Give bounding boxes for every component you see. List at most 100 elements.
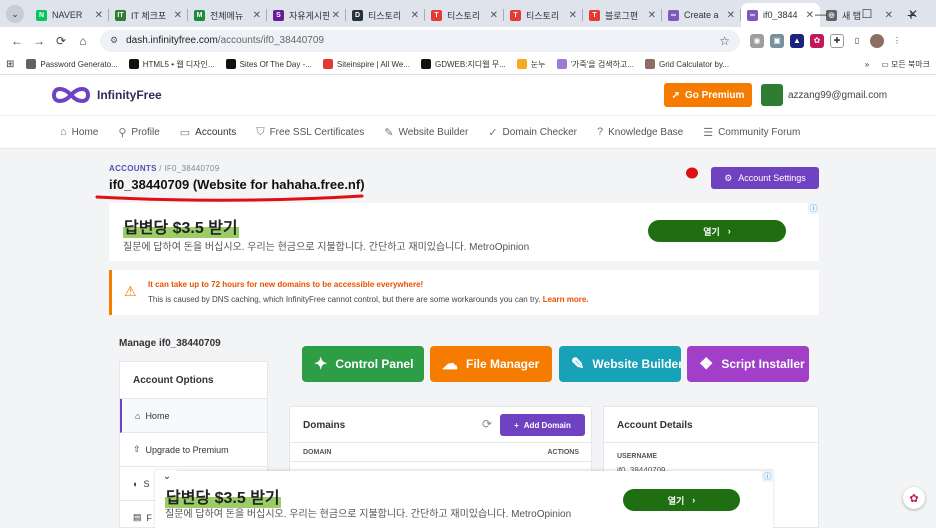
bookmark-favicon-icon xyxy=(516,59,527,69)
sidepanel-icon[interactable]: ▯ xyxy=(850,33,864,48)
ad-info-icon[interactable]: ⓘ xyxy=(808,203,819,214)
red-underline-mark xyxy=(95,194,364,202)
bookmark-star-icon[interactable]: ☆ xyxy=(719,34,730,48)
forward-icon[interactable]: → xyxy=(28,34,50,48)
tile-label: Control Panel xyxy=(335,357,414,371)
image-extension-icon[interactable]: ▣ xyxy=(770,33,784,48)
bookmark-item[interactable]: HTML5 • 웹 디자인... xyxy=(128,59,215,70)
profile-avatar-icon[interactable] xyxy=(870,33,884,48)
tab-close-icon[interactable]: ✕ xyxy=(253,10,261,21)
tab-close-icon[interactable]: ✕ xyxy=(727,10,735,21)
maximize-button[interactable]: ☐ xyxy=(844,7,890,21)
back-icon[interactable]: ← xyxy=(6,34,28,48)
apps-grid-icon[interactable]: ⊞ xyxy=(6,59,14,70)
bookmark-item[interactable]: Siteinspire | All We... xyxy=(322,59,410,70)
nav-item-profile[interactable]: ⚲ Profile xyxy=(118,126,159,139)
ad-headline: 답변당 $3.5 받기 xyxy=(123,214,239,238)
bookmark-label: Password Generato... xyxy=(40,59,118,69)
add-domain-button[interactable]: + Add Domain xyxy=(500,414,585,436)
dns-warning-alert: ⚠ It can take up to 72 hours for new dom… xyxy=(109,270,819,315)
account-option-item[interactable]: ⇧ Upgrade to Premium xyxy=(120,433,267,467)
nav-item-website-builder[interactable]: ✎ Website Builder xyxy=(384,126,468,139)
tab-title: if0_3844 xyxy=(763,10,798,20)
tile-script-installer[interactable]: ❖ Script Installer xyxy=(687,346,809,382)
tile-file-manager[interactable]: ☁ File Manager xyxy=(430,346,552,382)
browser-tab[interactable]: ∞ Create a ✕ xyxy=(662,3,741,27)
minimize-button[interactable]: — xyxy=(798,7,844,21)
nav-label: Home xyxy=(71,126,99,138)
tile-control-panel[interactable]: ✦ Control Panel xyxy=(302,346,424,382)
flower-extension-icon[interactable]: ✿ xyxy=(810,33,824,48)
camera-extension-icon[interactable]: ◉ xyxy=(750,33,764,48)
domains-title: Domains xyxy=(303,420,346,431)
home-icon[interactable]: ⌂ xyxy=(72,34,94,48)
close-window-button[interactable]: ✕ xyxy=(890,7,936,21)
tab-close-icon[interactable]: ✕ xyxy=(174,10,182,21)
nav-item-knowledge-base[interactable]: ? Knowledge Base xyxy=(597,126,683,138)
browser-tab[interactable]: T 블로그편 ✕ xyxy=(583,3,662,27)
bookmark-favicon-icon xyxy=(644,59,655,69)
site-info-icon[interactable]: ⚙ xyxy=(110,35,118,46)
account-option-item[interactable]: ⌂ Home xyxy=(120,399,267,433)
ad-banner-bottom[interactable]: 답변당 $3.5 받기 질문에 답하여 돈을 버십시오. 우리는 현금으로 지불… xyxy=(155,471,773,528)
breadcrumb-accounts[interactable]: ACCOUNTS xyxy=(109,164,157,173)
nav-item-community-forum[interactable]: ☰ Community Forum xyxy=(703,126,800,139)
nav-label: Profile xyxy=(131,126,160,138)
page-content: InfinityFree ➚ Go Premium azzang99@gmail… xyxy=(0,75,936,528)
tab-favicon-icon: T xyxy=(510,9,521,21)
refresh-icon[interactable]: ⟳ xyxy=(482,417,492,431)
tab-close-icon[interactable]: ✕ xyxy=(95,10,103,21)
tile-website-builder[interactable]: ✎ Website Builder xyxy=(559,346,681,382)
account-settings-button[interactable]: ⚙ Account Settings xyxy=(711,167,819,189)
nav-item-domain-checker[interactable]: ✓ Domain Checker xyxy=(488,126,577,139)
chrome-menu-icon[interactable]: ⋮ xyxy=(890,33,904,48)
tab-close-icon[interactable]: ✕ xyxy=(569,10,577,21)
browser-tab[interactable]: IT IT 체크포 ✕ xyxy=(109,3,188,27)
browser-tab[interactable]: T 티스토리 ✕ xyxy=(425,3,504,27)
browser-tab[interactable]: S 자유게시판 ✕ xyxy=(267,3,346,27)
floating-extension-icon[interactable]: ✿ xyxy=(903,487,925,509)
learn-more-link[interactable]: Learn more. xyxy=(543,295,589,304)
bookmark-item[interactable]: Grid Calculator by... xyxy=(644,59,729,70)
tab-search-button[interactable]: ⌄ xyxy=(6,5,24,23)
bookmark-item[interactable]: '가죽'을 검색하고... xyxy=(556,59,634,70)
tab-close-icon[interactable]: ✕ xyxy=(332,10,340,21)
all-bookmarks-folder[interactable]: ▭ 모든 북마크 xyxy=(881,59,930,70)
browser-tab[interactable]: M 전체메뉴 ✕ xyxy=(188,3,267,27)
ad-open-button[interactable]: 열기 › xyxy=(623,489,740,511)
reload-icon[interactable]: ⟳ xyxy=(50,34,72,48)
tab-title: 티스토리 xyxy=(526,10,560,21)
nav-icon: ▭ xyxy=(179,126,191,139)
ad-collapse-icon[interactable]: ⌄ xyxy=(157,470,177,482)
nav-item-home[interactable]: ⌂ Home xyxy=(60,126,98,138)
nav-item-accounts[interactable]: ▭ Accounts xyxy=(180,126,237,139)
bookmark-item[interactable]: Password Generato... xyxy=(26,59,118,70)
bookmark-item[interactable]: Sites Of The Day -... xyxy=(225,59,312,70)
bookmarks-overflow-icon[interactable]: » xyxy=(865,60,869,69)
tab-title: 전체메뉴 xyxy=(210,10,244,21)
user-email[interactable]: azzang99@gmail.com xyxy=(788,90,887,101)
ad-open-button[interactable]: 열기 › xyxy=(648,220,786,242)
go-premium-button[interactable]: ➚ Go Premium xyxy=(664,83,752,107)
nav-item-free-ssl-certificates[interactable]: ⛉ Free SSL Certificates xyxy=(256,126,364,139)
address-bar[interactable]: ⚙ dash.infinityfree.com/accounts/if0_384… xyxy=(100,29,740,52)
tab-close-icon[interactable]: ✕ xyxy=(648,10,656,21)
tab-favicon-icon: N xyxy=(36,9,47,21)
ad-banner-top[interactable]: 답변당 $3.5 받기 질문에 답하여 돈을 버십시오. 우리는 현금으로 지불… xyxy=(109,203,819,261)
infinityfree-logo[interactable]: InfinityFree xyxy=(50,85,162,105)
bookmark-favicon-icon xyxy=(556,59,567,69)
tile-icon: ✎ xyxy=(571,356,585,373)
extension-badge-icon[interactable]: ▲ xyxy=(790,33,804,48)
tab-close-icon[interactable]: ✕ xyxy=(411,10,419,21)
browser-tab[interactable]: T 티스토리 ✕ xyxy=(504,3,583,27)
tab-close-icon[interactable]: ✕ xyxy=(490,10,498,21)
ad-info-icon[interactable]: ⓘ xyxy=(762,471,773,482)
browser-tab[interactable]: D 티스토리 ✕ xyxy=(346,3,425,27)
bookmark-item[interactable]: 눈누 xyxy=(516,59,546,70)
username-label: USERNAME xyxy=(617,453,658,460)
page-title: if0_38440709 (Website for hahaha.free.nf… xyxy=(109,177,365,192)
user-avatar[interactable] xyxy=(761,84,783,106)
puzzle-extensions-icon[interactable]: ✚ xyxy=(830,33,844,48)
browser-tab[interactable]: N NAVER ✕ xyxy=(30,3,109,27)
bookmark-item[interactable]: GDWEB:지디웹 무... xyxy=(420,59,506,70)
